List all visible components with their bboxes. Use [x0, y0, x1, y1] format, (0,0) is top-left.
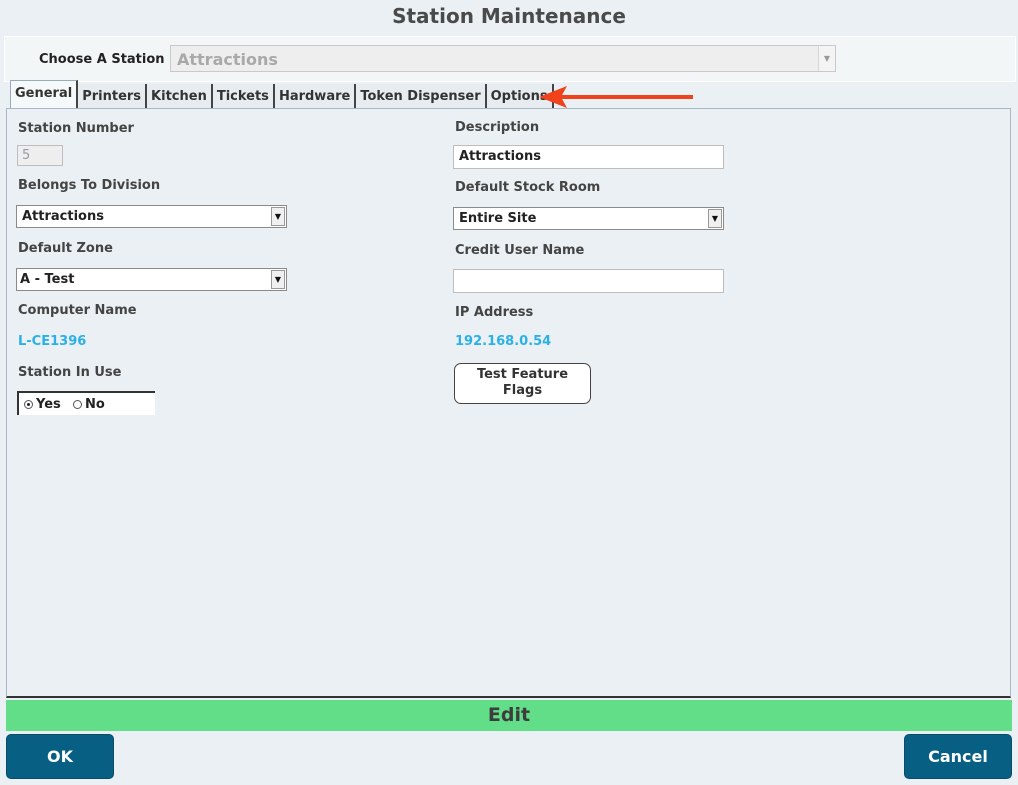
zone-value: A - Test [20, 272, 75, 287]
ip-address-value: 192.168.0.54 [455, 334, 552, 349]
station-select-value: Attractions [177, 50, 278, 69]
stock-room-label: Default Stock Room [455, 180, 601, 195]
division-label: Belongs To Division [18, 178, 161, 193]
annotation-arrow-icon [539, 86, 693, 108]
station-number-field: 5 [17, 145, 63, 166]
chevron-down-icon[interactable]: ▼ [818, 46, 835, 71]
window-title: Station Maintenance [392, 4, 626, 28]
tab-tickets[interactable]: Tickets [212, 84, 275, 108]
test-feature-flags-button[interactable]: Test Feature Flags [454, 363, 591, 404]
cancel-button[interactable]: Cancel [904, 734, 1012, 779]
tab-hardware[interactable]: Hardware [274, 84, 357, 108]
station-chooser-bar: Choose A Station Attractions ▼ [4, 36, 1016, 82]
stock-room-value: Entire Site [459, 211, 537, 226]
station-number-label: Station Number [18, 121, 134, 136]
credit-user-label: Credit User Name [455, 243, 585, 258]
description-label: Description [455, 120, 540, 135]
chevron-down-icon[interactable]: ▼ [271, 270, 285, 289]
tab-kitchen[interactable]: Kitchen [147, 84, 213, 108]
chevron-down-icon[interactable]: ▼ [708, 209, 722, 228]
choose-station-label: Choose A Station [39, 52, 165, 67]
credit-user-field[interactable] [453, 269, 724, 293]
radio-yes[interactable]: Yes [24, 397, 61, 412]
division-select[interactable]: Attractions ▼ [16, 205, 287, 228]
division-value: Attractions [22, 209, 104, 224]
ip-address-label: IP Address [455, 305, 534, 320]
chevron-down-icon[interactable]: ▼ [271, 207, 285, 226]
description-field[interactable]: Attractions [453, 145, 724, 169]
station-in-use-radio-group: Yes No [17, 391, 155, 415]
ok-button[interactable]: OK [6, 734, 114, 779]
tab-bar: General Printers Kitchen Tickets Hardwar… [10, 80, 554, 108]
radio-no-label: No [85, 397, 105, 412]
computer-name-label: Computer Name [18, 303, 137, 318]
radio-selected-icon [24, 400, 33, 409]
test-button-line2: Flags [502, 383, 543, 398]
zone-label: Default Zone [18, 241, 113, 256]
radio-yes-label: Yes [36, 397, 61, 412]
mode-indicator-bar: Edit [6, 700, 1012, 731]
radio-no[interactable]: No [73, 397, 105, 412]
radio-unselected-icon [73, 400, 82, 409]
zone-select[interactable]: A - Test ▼ [16, 268, 287, 291]
tab-token-dispenser[interactable]: Token Dispenser [356, 84, 487, 108]
computer-name-value: L-CE1396 [18, 334, 87, 349]
tab-printers[interactable]: Printers [78, 84, 148, 108]
station-in-use-label: Station In Use [18, 365, 122, 380]
test-button-line1: Test Feature [476, 367, 569, 382]
stock-room-select[interactable]: Entire Site ▼ [453, 207, 724, 230]
station-select[interactable]: Attractions ▼ [170, 45, 836, 72]
tab-general[interactable]: General [10, 80, 79, 108]
